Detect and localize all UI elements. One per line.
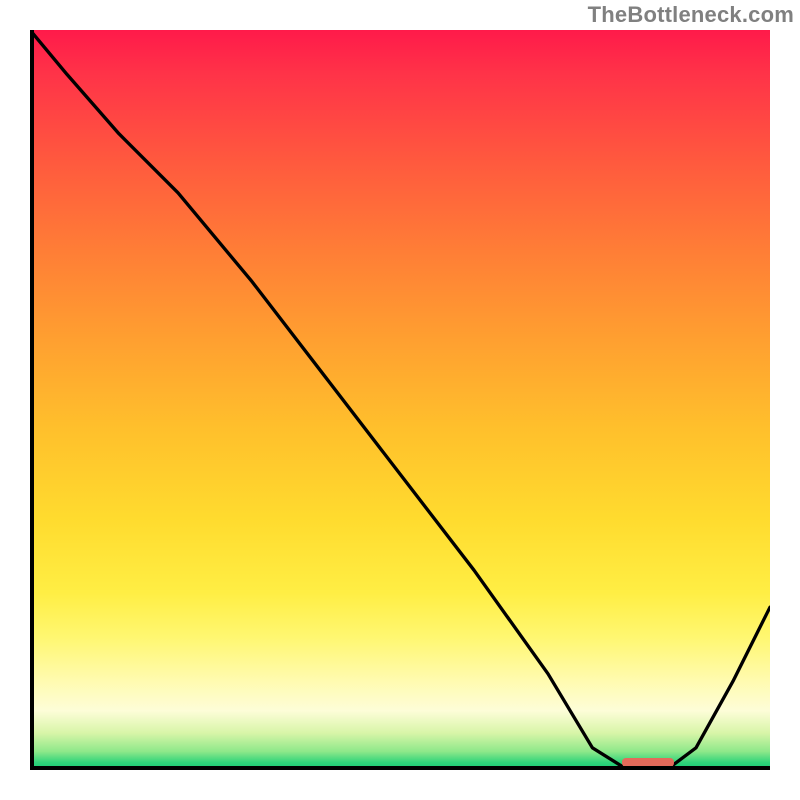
watermark-text: TheBottleneck.com bbox=[588, 2, 794, 28]
curve-svg bbox=[30, 30, 770, 770]
plot-area bbox=[30, 30, 770, 770]
curve-path bbox=[30, 30, 770, 770]
chart-container: TheBottleneck.com bbox=[0, 0, 800, 800]
bottleneck-marker bbox=[622, 758, 674, 767]
